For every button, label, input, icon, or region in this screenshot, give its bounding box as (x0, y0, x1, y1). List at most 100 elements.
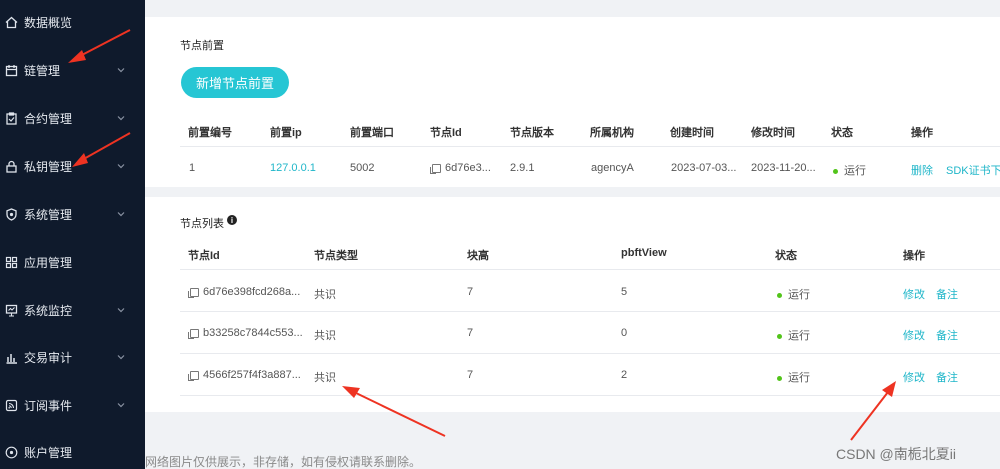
sidebar-item-events[interactable]: 订阅事件 (0, 385, 145, 425)
cell-node-id[interactable]: 6d76e3... (430, 162, 491, 174)
status-dot (777, 292, 782, 298)
divider (180, 146, 1000, 147)
sidebar-item-contract[interactable]: 合约管理 (0, 98, 145, 138)
note-link[interactable]: 备注 (936, 286, 958, 302)
grid-icon (4, 255, 18, 269)
credit-text: CSDN @南栀北夏ii (836, 446, 956, 462)
user-icon (4, 445, 18, 459)
home-icon (4, 15, 18, 29)
cell-front-id: 1 (189, 162, 196, 174)
edit-link[interactable]: 修改 (903, 369, 925, 385)
sidebar-item-label: 合约管理 (24, 111, 73, 126)
cell-node-id[interactable]: 4566f257f4f3a887... (188, 369, 301, 381)
node-list-title: 节点列表 (180, 218, 224, 230)
bar-chart-icon (4, 350, 18, 364)
edit-link[interactable]: 修改 (903, 327, 925, 343)
col-node-version: 节点版本 (510, 127, 554, 139)
cell-node-type: 共识 (314, 372, 336, 384)
chevron-down-icon (117, 403, 125, 408)
cell-modified: 2023-11-20... (751, 162, 816, 174)
sidebar-item-monitor[interactable]: 系统监控 (0, 290, 145, 330)
sidebar-item-label: 订阅事件 (24, 398, 73, 413)
cell-pbft-view: 0 (621, 327, 628, 339)
divider (180, 269, 1000, 270)
col-agency: 所属机构 (590, 127, 634, 139)
status-badge: 运行 (833, 162, 866, 178)
chevron-down-icon (117, 212, 125, 217)
delete-link[interactable]: 删除 (911, 162, 933, 178)
col-created: 创建时间 (670, 127, 714, 139)
status-dot (777, 375, 782, 381)
sidebar-item-app[interactable]: 应用管理 (0, 242, 145, 282)
calendar-icon (4, 63, 18, 77)
sidebar-item-account[interactable]: 账户管理 (0, 432, 145, 469)
status-badge: 运行 (777, 369, 810, 385)
sidebar-item-label: 链管理 (24, 63, 61, 78)
sdk-download-link[interactable]: SDK证书下载 (946, 162, 1000, 178)
cell-block-height: 7 (467, 327, 474, 339)
divider (180, 353, 1000, 354)
sidebar-item-chain[interactable]: 链管理 (0, 50, 145, 90)
chevron-down-icon (117, 68, 125, 73)
add-front-button[interactable]: 新增节点前置 (181, 67, 289, 98)
note-link[interactable]: 备注 (936, 327, 958, 343)
lock-icon (4, 159, 18, 173)
front-ip-link[interactable]: 127.0.0.1 (270, 162, 316, 174)
col-node-id: 节点Id (430, 127, 462, 139)
chevron-down-icon (117, 308, 125, 313)
col-front-ip: 前置ip (270, 127, 302, 139)
cell-agency: agencyA (591, 162, 634, 174)
copy-icon[interactable] (188, 287, 199, 298)
col-front-port: 前置端口 (350, 127, 394, 139)
cell-front-port: 5002 (350, 162, 375, 174)
cell-node-type: 共识 (314, 330, 336, 342)
cell-pbft-view: 2 (621, 369, 628, 381)
status-badge: 运行 (777, 327, 810, 343)
copy-icon[interactable] (188, 370, 199, 381)
sidebar-item-label: 系统监控 (24, 303, 73, 318)
sidebar-item-system[interactable]: 系统管理 (0, 194, 145, 234)
col-pbft-view: pbftView (621, 247, 667, 259)
chevron-down-icon (117, 116, 125, 121)
sidebar-item-audit[interactable]: 交易审计 (0, 337, 145, 377)
sidebar-item-overview[interactable]: 数据概览 (0, 2, 145, 42)
note-link[interactable]: 备注 (936, 369, 958, 385)
copy-icon[interactable] (430, 163, 441, 174)
col-status: 状态 (831, 127, 853, 139)
rss-icon (4, 398, 18, 412)
cell-node-type: 共识 (314, 289, 336, 301)
edit-link[interactable]: 修改 (903, 286, 925, 302)
sidebar-item-key[interactable]: 私钥管理 (0, 146, 145, 186)
clipboard-icon (4, 111, 18, 125)
cell-created: 2023-07-03... (671, 162, 737, 174)
cell-node-id[interactable]: 6d76e398fcd268a... (188, 286, 300, 298)
sidebar-item-label: 数据概览 (24, 15, 73, 30)
status-dot (833, 168, 838, 174)
watermark-text: 网络图片仅供展示，非存储，如有侵权请联系删除。 (145, 455, 422, 469)
monitor-icon (4, 303, 18, 317)
col-node-type: 节点类型 (314, 250, 358, 262)
page-header-strip (145, 0, 1000, 12)
status-dot (777, 333, 782, 339)
cell-node-id[interactable]: b33258c7844c553... (188, 327, 303, 339)
col-front-id: 前置编号 (188, 127, 232, 139)
col-node-status: 状态 (775, 250, 797, 262)
chevron-down-icon (117, 355, 125, 360)
cell-block-height: 7 (467, 369, 474, 381)
col-node-id: 节点Id (188, 250, 220, 262)
sidebar-item-label: 交易审计 (24, 350, 73, 365)
sidebar-item-label: 账户管理 (24, 445, 73, 460)
col-actions: 操作 (911, 127, 933, 139)
col-modified: 修改时间 (751, 127, 795, 139)
divider (180, 311, 1000, 312)
status-badge: 运行 (777, 286, 810, 302)
front-card-title: 节点前置 (180, 40, 224, 52)
sidebar-item-label: 私钥管理 (24, 159, 73, 174)
divider (180, 395, 1000, 396)
chevron-down-icon (117, 164, 125, 169)
col-node-actions: 操作 (903, 250, 925, 262)
cell-block-height: 7 (467, 286, 474, 298)
copy-icon[interactable] (188, 328, 199, 339)
info-icon[interactable]: i (227, 215, 237, 225)
sidebar-item-label: 系统管理 (24, 207, 73, 222)
